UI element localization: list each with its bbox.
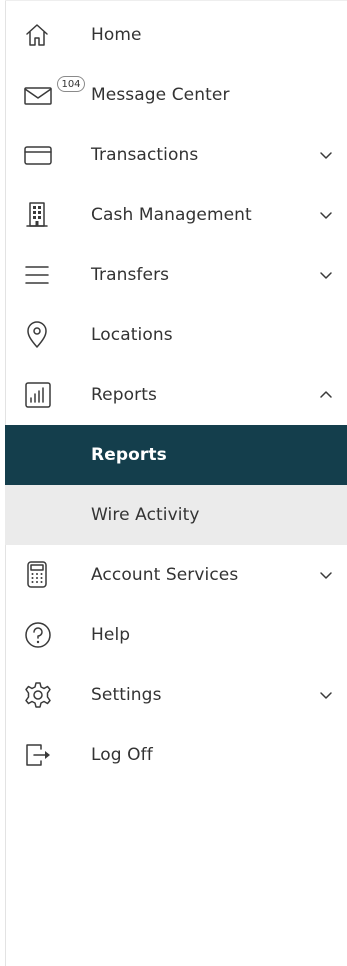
nav-label-transactions: Transactions <box>91 145 199 165</box>
chevron-down-icon[interactable] <box>319 210 333 220</box>
nav-label-cash-management: Cash Management <box>91 205 252 225</box>
location-pin-icon <box>23 318 63 352</box>
nav-label-transfers: Transfers <box>91 265 170 285</box>
nav-label-log-off: Log Off <box>91 745 153 765</box>
nav-item-help[interactable]: Help <box>5 605 347 665</box>
question-circle-icon <box>23 618 63 652</box>
nav-label-home: Home <box>91 25 142 45</box>
message-count-badge: 104 <box>57 76 85 92</box>
nav-item-locations[interactable]: Locations <box>5 305 347 365</box>
chevron-up-icon[interactable] <box>319 390 333 400</box>
nav-item-cash-management[interactable]: Cash Management <box>5 185 347 245</box>
card-icon <box>23 138 63 172</box>
nav-label-account-services: Account Services <box>91 565 239 585</box>
nav-label-locations: Locations <box>91 325 173 345</box>
nav-label-help: Help <box>91 625 131 645</box>
nav-item-transactions[interactable]: Transactions <box>5 125 347 185</box>
nav-item-log-off[interactable]: Log Off <box>5 725 347 785</box>
nav-item-transfers[interactable]: Transfers <box>5 245 347 305</box>
home-icon <box>23 18 63 52</box>
nav-item-home[interactable]: Home <box>5 5 347 65</box>
nav-item-message-center[interactable]: 104 Message Center <box>5 65 347 125</box>
subnav-item-reports[interactable]: Reports <box>5 425 347 485</box>
chevron-down-icon[interactable] <box>319 150 333 160</box>
gear-icon <box>23 678 63 712</box>
bar-chart-icon <box>23 378 63 412</box>
subnav-item-wire-activity[interactable]: Wire Activity <box>5 485 347 545</box>
nav-label-reports: Reports <box>91 385 157 405</box>
envelope-icon: 104 <box>23 76 85 112</box>
nav-label-settings: Settings <box>91 685 162 705</box>
nav-label-message-center: Message Center <box>91 85 230 105</box>
chevron-down-icon[interactable] <box>319 570 333 580</box>
nav-item-settings[interactable]: Settings <box>5 665 347 725</box>
subnav-label-wire-activity: Wire Activity <box>91 505 200 525</box>
chevron-down-icon[interactable] <box>319 690 333 700</box>
logout-icon <box>23 738 63 772</box>
calculator-icon <box>23 558 63 592</box>
building-icon <box>23 198 63 232</box>
nav-item-account-services[interactable]: Account Services <box>5 545 347 605</box>
nav-item-reports[interactable]: Reports <box>5 365 347 425</box>
chevron-down-icon[interactable] <box>319 270 333 280</box>
subnav-label-reports: Reports <box>91 445 167 465</box>
menu-lines-icon <box>23 258 63 292</box>
